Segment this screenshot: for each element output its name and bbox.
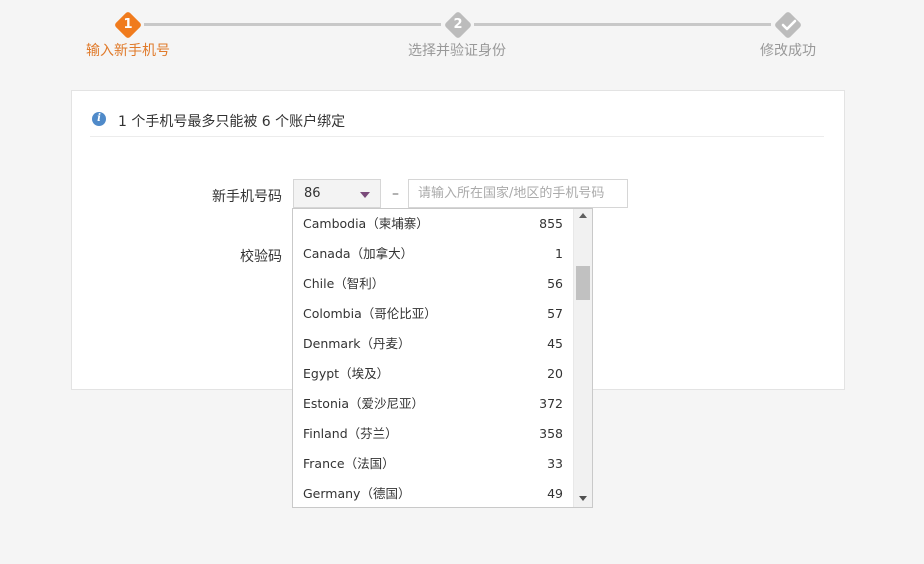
option-code: 20 [547,366,563,381]
option-code: 56 [547,276,563,291]
option-code: 49 [547,486,563,501]
phone-label: 新手机号码 [212,189,282,205]
option-country: Egypt（埃及） [303,366,390,381]
dropdown-option[interactable]: Chile（智利） 56 [293,269,573,299]
dropdown-option[interactable]: Egypt（埃及） 20 [293,359,573,389]
option-code: 358 [539,426,563,441]
country-code-select[interactable]: 86 [293,179,381,208]
dropdown-option[interactable]: France（法国） 33 [293,449,573,479]
dropdown-option[interactable]: Colombia（哥伦比亚） 57 [293,299,573,329]
dropdown-option[interactable]: Germany（德国） 49 [293,479,573,507]
verification-code-label: 校验码 [240,249,282,265]
country-code-dropdown: Cambodia（柬埔寨） 855 Canada（加拿大） 1 Chile（智利… [292,208,593,508]
option-code: 855 [539,216,563,231]
option-country: France（法国） [303,456,395,471]
option-country: Germany（德国） [303,486,411,501]
option-country: Colombia（哥伦比亚） [303,306,437,321]
info-icon: i [92,112,106,126]
option-country: Chile（智利） [303,276,385,291]
scroll-down-icon[interactable] [579,496,587,501]
dropdown-option[interactable]: Denmark（丹麦） 45 [293,329,573,359]
step-3-label: 修改成功 [760,43,816,59]
option-code: 57 [547,306,563,321]
dropdown-option[interactable]: Canada（加拿大） 1 [293,239,573,269]
step-connector [144,23,441,26]
option-country: Finland（芬兰） [303,426,398,441]
option-country: Canada（加拿大） [303,246,414,261]
dropdown-option[interactable]: Estonia（爱沙尼亚） 372 [293,389,573,419]
option-code: 372 [539,396,563,411]
dropdown-option[interactable]: Cambodia（柬埔寨） 855 [293,209,573,239]
scrollbar-thumb[interactable] [576,266,590,300]
option-country: Estonia（爱沙尼亚） [303,396,425,411]
step-connector [474,23,771,26]
option-code: 33 [547,456,563,471]
step-1-number: 1 [123,17,133,32]
divider [90,136,824,137]
phone-number-input[interactable] [408,179,628,208]
scroll-up-icon[interactable] [579,213,587,218]
option-code: 45 [547,336,563,351]
step-2-number: 2 [453,17,463,32]
progress-stepper: 1 输入新手机号 2 选择并验证身份 修改成功 [0,0,924,70]
option-code: 1 [555,246,563,261]
separator: – [392,186,399,202]
check-icon [781,19,797,31]
step-2-label: 选择并验证身份 [408,43,506,59]
notice-text: 1 个手机号最多只能被 6 个账户绑定 [118,114,346,130]
country-code-value: 86 [304,186,321,201]
dropdown-scrollbar[interactable] [573,209,592,507]
option-country: Cambodia（柬埔寨） [303,216,429,231]
chevron-down-icon [360,192,370,198]
option-country: Denmark（丹麦） [303,336,411,351]
dropdown-option[interactable]: Finland（芬兰） 358 [293,419,573,449]
step-1-label: 输入新手机号 [86,43,170,59]
